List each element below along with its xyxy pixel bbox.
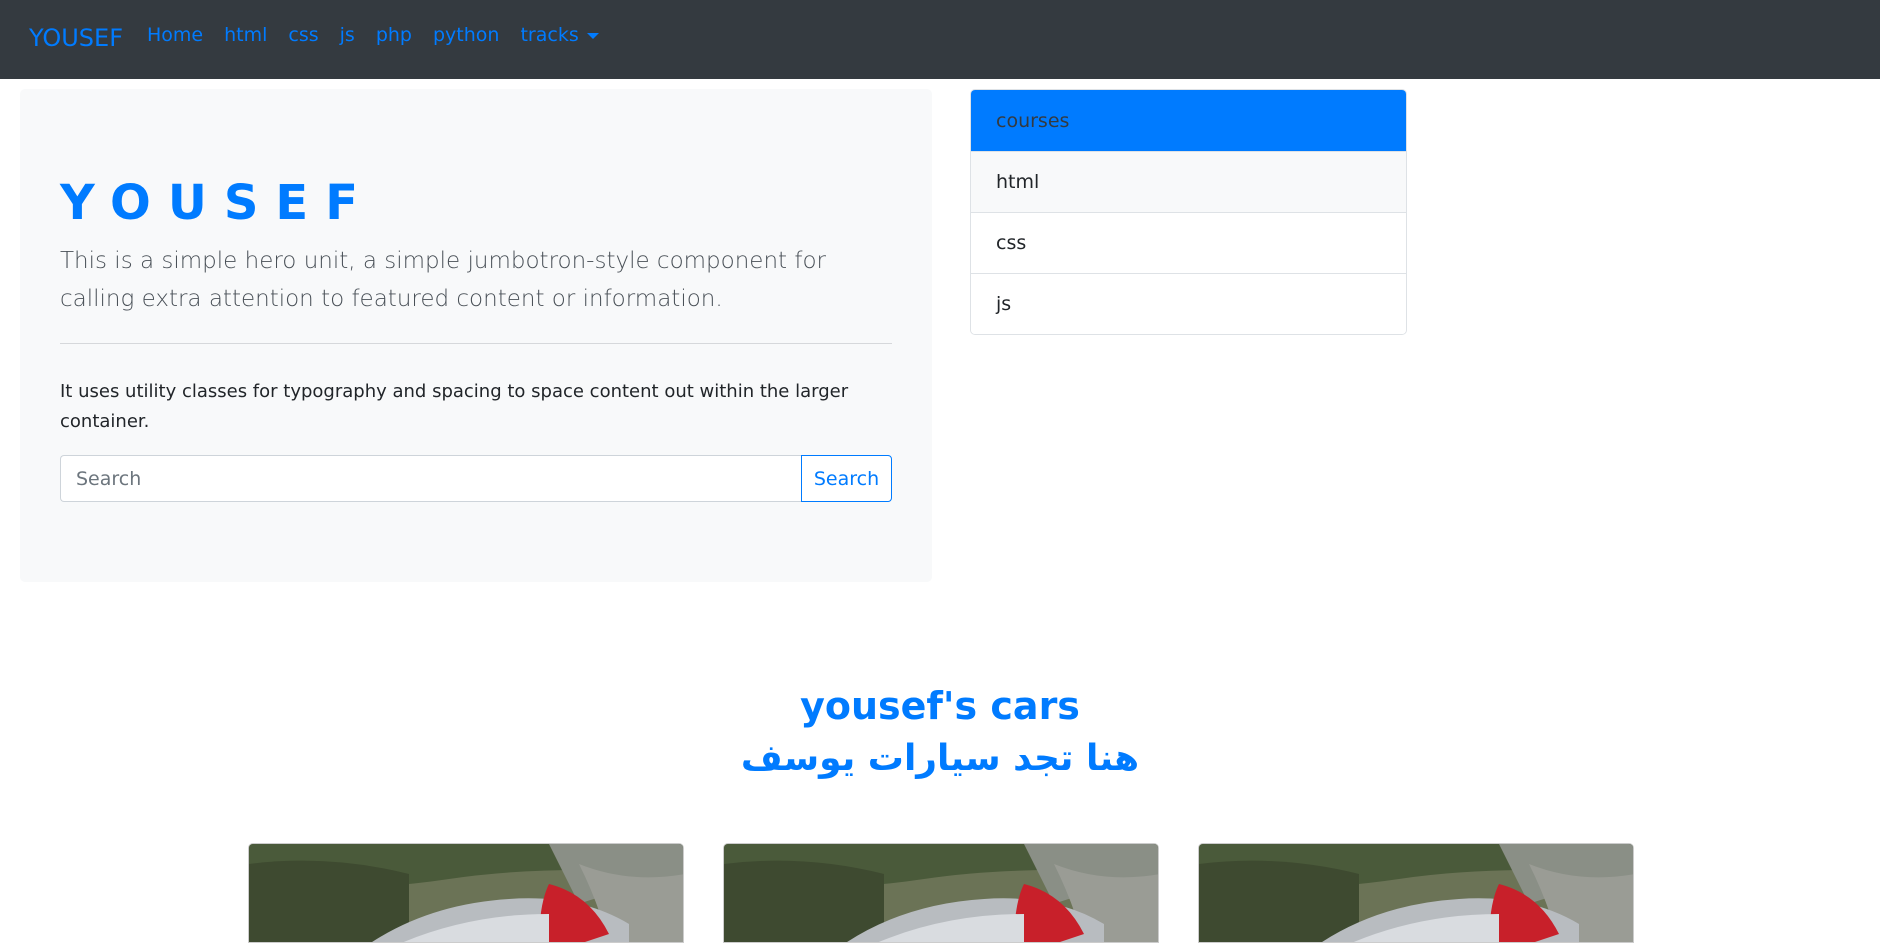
jumbotron-title: YOUSEF xyxy=(60,175,375,231)
navbar-brand[interactable]: YOUSEF xyxy=(29,24,123,52)
cars-section-subtitle: هنا تجد سيارات يوسف xyxy=(740,738,1140,779)
jumbotron: YOUSEF This is a simple hero unit, a sim… xyxy=(20,89,932,582)
car-photo xyxy=(249,844,683,942)
jumbotron-body: It uses utility classes for typography a… xyxy=(60,381,849,432)
list-item-html[interactable]: html xyxy=(971,151,1406,212)
search-input[interactable] xyxy=(60,455,801,502)
caret-down-icon xyxy=(586,32,599,39)
search-button[interactable]: Search xyxy=(801,455,892,502)
jumbotron-divider xyxy=(60,343,892,344)
top-navbar: YOUSEF Home html css js php python track… xyxy=(0,0,1880,79)
cars-section-title: yousef's cars xyxy=(800,684,1080,728)
nav-link-js[interactable]: js xyxy=(340,22,355,48)
nav-link-css[interactable]: css xyxy=(288,22,318,48)
nav-link-php[interactable]: php xyxy=(376,22,412,48)
car-card-image[interactable] xyxy=(723,843,1159,943)
tracks-dropdown-label: tracks xyxy=(520,24,579,46)
tracks-dropdown-toggle[interactable]: tracks xyxy=(520,22,599,48)
list-item-courses[interactable]: courses xyxy=(971,90,1406,151)
list-item-css[interactable]: css xyxy=(971,212,1406,273)
list-item-js[interactable]: js xyxy=(971,273,1406,334)
courses-list: courses html css js xyxy=(970,89,1407,335)
car-photo xyxy=(724,844,1158,942)
nav-link-html[interactable]: html xyxy=(224,22,267,48)
nav-links: Home html css js php python tracks xyxy=(147,22,620,48)
search-form: Search xyxy=(60,455,892,502)
car-photo xyxy=(1199,844,1633,942)
car-card-image[interactable] xyxy=(248,843,684,943)
jumbotron-lead: This is a simple hero unit, a simple jum… xyxy=(60,248,826,312)
nav-link-python[interactable]: python xyxy=(433,22,499,48)
car-card-image[interactable] xyxy=(1198,843,1634,943)
nav-link-home[interactable]: Home xyxy=(147,22,203,48)
